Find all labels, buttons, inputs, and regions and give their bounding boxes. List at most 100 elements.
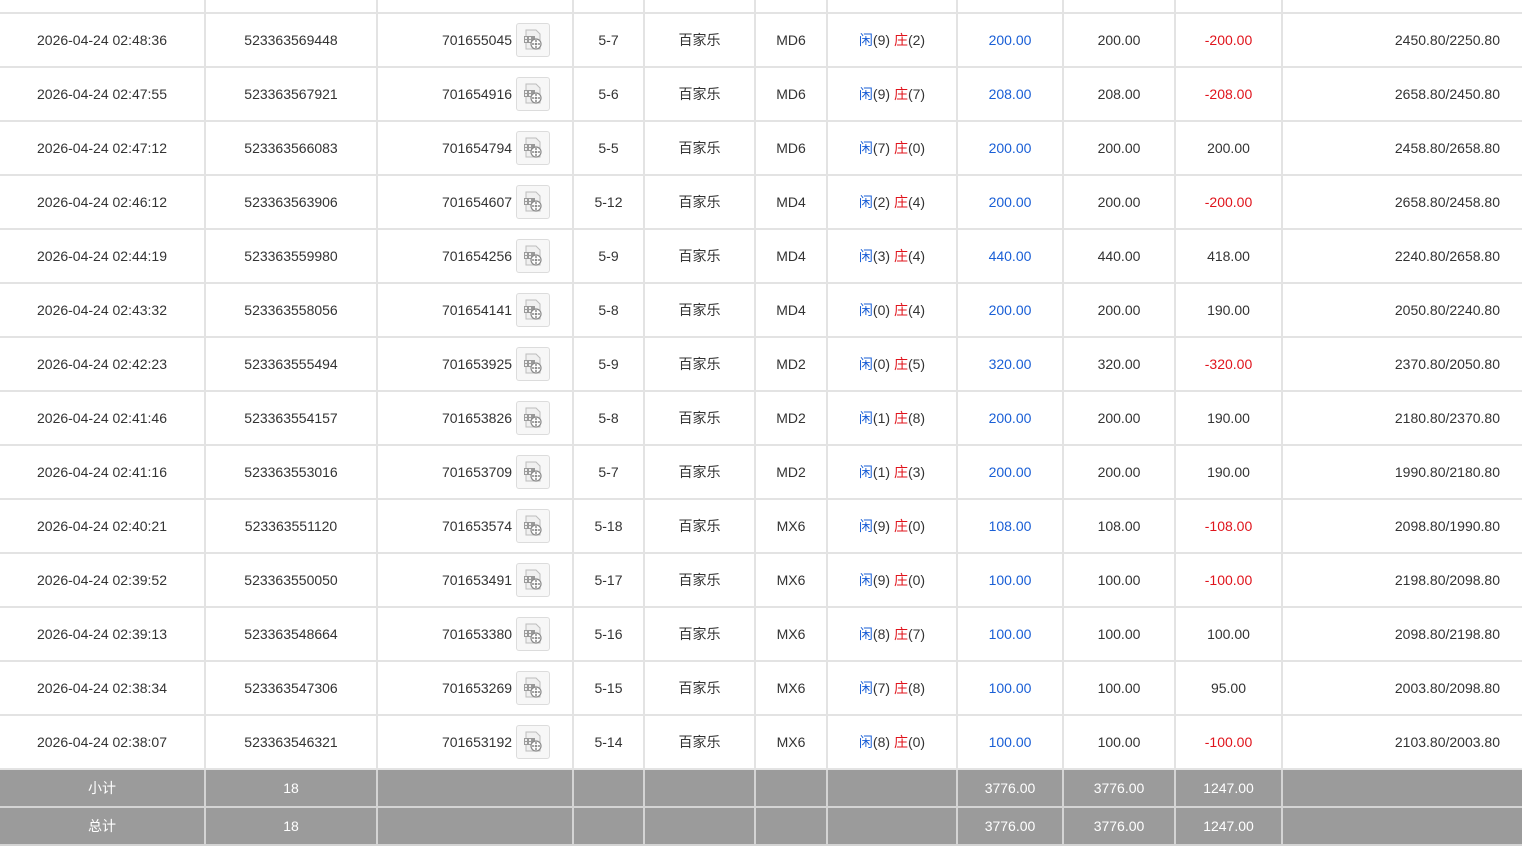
bet-id: 523363546321 [244,734,338,750]
result-cell [827,0,958,14]
game-id-cell: 701653269 [377,661,574,716]
game-id-group: 701653380 [400,617,551,651]
table-code: MX6 [776,734,806,750]
summary-empty-cell [827,769,958,808]
game-id-group [435,0,515,3]
bet-amount-cell: 200.00 [957,121,1064,176]
table-row: 2026-04-24 02:48:36 523363569448 7016550… [0,13,1522,68]
table-row: 2026-04-24 02:38:07 523363546321 7016531… [0,715,1522,770]
valid-bet: 200.00 [1097,464,1141,480]
bet-time-cell: 2026-04-24 02:41:46 [0,391,206,446]
game-type: 百家乐 [678,356,721,372]
banker-score: (8) [907,410,926,426]
round-cell: 5-7 [573,13,645,68]
round-cell: 5-12 [573,175,645,230]
table-code: MD6 [776,32,806,48]
valid-bet-cell: 200.00 [1063,13,1176,68]
balance-cell: 1990.80/2180.80 [1282,445,1522,500]
game-id-group: 701655045 [400,23,551,57]
video-replay-button[interactable] [516,185,551,219]
player-label: 闲 [858,680,873,696]
bet-amount-cell: 100.00 [957,553,1064,608]
game-id-group: 701654794 [400,131,551,165]
round-cell [573,0,645,14]
banker-score: (0) [907,572,926,588]
balance-change: 2050.80/2240.80 [1394,302,1500,318]
summary-win-cell: 1247.00 [1175,807,1283,846]
video-replay-button[interactable] [516,563,551,597]
video-replay-button[interactable] [516,77,551,111]
result-cell: 闲(9) 庄(2) [827,13,958,68]
round-cell: 5-8 [573,283,645,338]
valid-bet-cell: 440.00 [1063,229,1176,284]
bet-amount: 200.00 [988,32,1032,48]
round-number: 5-7 [598,464,619,480]
valid-bet-cell: 320.00 [1063,337,1176,392]
table-code-cell: MD2 [755,445,828,500]
video-replay-icon [524,407,542,428]
game-id-cell: 701653192 [377,715,574,770]
game-id-group: 701653574 [400,509,551,543]
valid-bet-cell: 200.00 [1063,175,1176,230]
balance-change: 2450.80/2250.80 [1394,32,1500,48]
game-type-cell: 百家乐 [644,175,756,230]
video-replay-button[interactable] [516,725,551,759]
bet-id-cell: 523363555494 [205,337,378,392]
video-replay-button[interactable] [516,617,551,651]
video-replay-button[interactable] [516,455,551,489]
video-replay-button[interactable] [516,347,551,381]
summary-empty-cell [755,807,828,846]
table-code: MD4 [776,194,806,210]
game-id-group: 701654141 [400,293,551,327]
player-score: (9) [872,86,891,102]
bet-time: 2026-04-24 02:42:23 [37,356,167,372]
win-loss: 190.00 [1207,302,1250,318]
win-loss: -200.00 [1204,194,1253,210]
game-id: 701653709 [441,464,513,480]
valid-bet-cell: 108.00 [1063,499,1176,554]
game-type: 百家乐 [678,86,721,102]
game-type: 百家乐 [678,32,721,48]
video-replay-button[interactable] [516,293,551,327]
bet-time: 2026-04-24 02:39:13 [37,626,167,642]
summary-valid-cell: 3776.00 [1063,807,1176,846]
player-score: (3) [872,248,891,264]
bet-amount: 200.00 [988,410,1032,426]
bet-time-cell: 2026-04-24 02:38:34 [0,661,206,716]
win-loss: 95.00 [1210,680,1247,696]
result-cell: 闲(7) 庄(0) [827,121,958,176]
game-id: 701653192 [441,734,513,750]
table-code-cell: MX6 [755,607,828,662]
game-type-cell: 百家乐 [644,337,756,392]
bet-id: 523363569448 [244,32,338,48]
video-replay-button[interactable] [516,23,551,57]
result-cell: 闲(9) 庄(7) [827,67,958,122]
game-id: 701654607 [441,194,513,210]
bet-time: 2026-04-24 02:46:12 [37,194,167,210]
summary-label: 小计 [88,780,116,796]
bet-time-cell: 2026-04-24 02:39:13 [0,607,206,662]
video-replay-button[interactable] [516,671,551,705]
table-row: 2026-04-24 02:39:52 523363550050 7016534… [0,553,1522,608]
valid-bet: 200.00 [1097,302,1141,318]
video-replay-button[interactable] [516,131,551,165]
video-replay-button[interactable] [516,401,551,435]
bet-time-cell: 2026-04-24 02:47:12 [0,121,206,176]
round-number: 5-14 [594,734,623,750]
game-type-cell: 百家乐 [644,229,756,284]
bet-time: 2026-04-24 02:39:52 [37,572,167,588]
summary-body: 小计 18 3776.00 3776.00 1247.00 总计 18 3776… [0,769,1522,846]
banker-label: 庄 [893,572,908,588]
table-code-cell: MD2 [755,337,828,392]
summary-empty-cell [644,769,756,808]
win-loss: 190.00 [1207,410,1250,426]
summary-valid-total: 3776.00 [1093,780,1145,796]
win-loss-cell: -200.00 [1175,175,1283,230]
player-score: (1) [872,464,891,480]
video-replay-button[interactable] [516,509,551,543]
round-number: 5-8 [598,302,619,318]
summary-empty-cell [644,807,756,846]
video-replay-button[interactable] [516,239,551,273]
video-replay-icon [524,83,542,104]
bet-id: 523363548664 [244,626,338,642]
